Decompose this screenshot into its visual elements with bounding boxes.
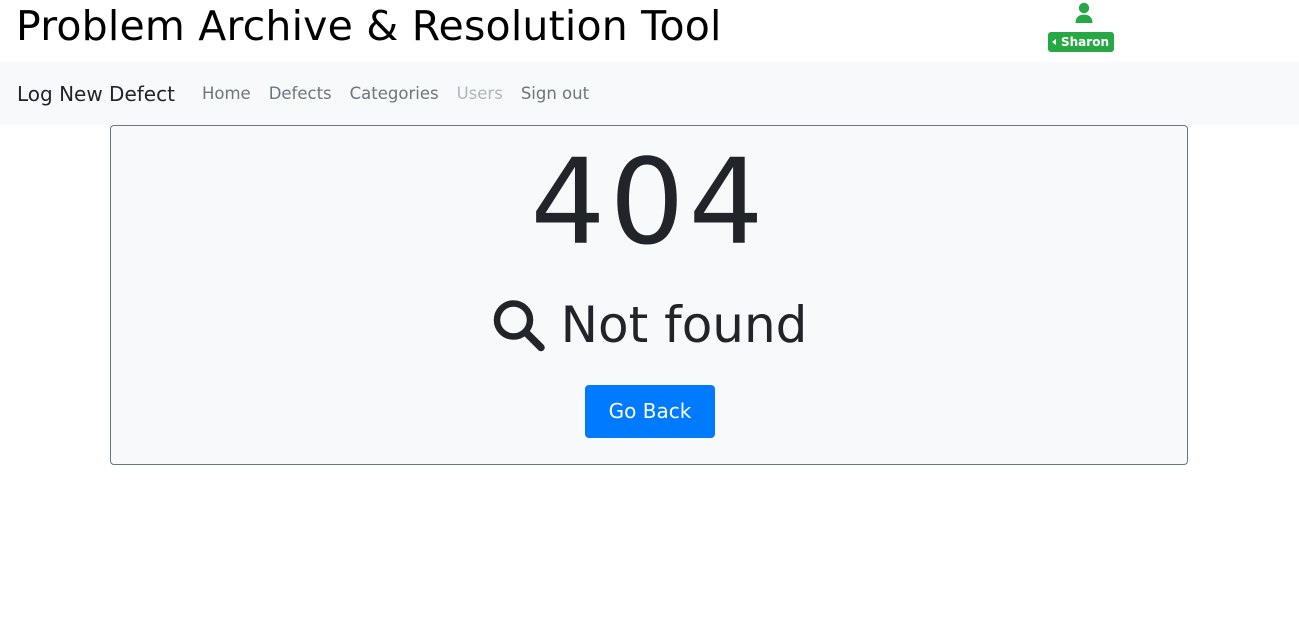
error-message-row: Not found: [111, 292, 1187, 358]
nav-link-home[interactable]: Home: [193, 84, 260, 103]
nav-link-sign-out[interactable]: Sign out: [512, 84, 598, 103]
search-icon: [493, 300, 545, 352]
app-title: Problem Archive & Resolution Tool: [16, 2, 722, 50]
error-code: 404: [530, 133, 768, 271]
navbar-brand[interactable]: Log New Defect: [17, 82, 175, 106]
nav-link-users: Users: [456, 84, 503, 103]
user-icon: [1075, 2, 1093, 23]
user-badge[interactable]: Sharon: [1048, 32, 1114, 52]
nav-link-defects[interactable]: Defects: [260, 84, 341, 103]
user-name: Sharon: [1061, 35, 1109, 49]
error-card: 404 Not found Go Back: [110, 125, 1188, 465]
nav-link-categories[interactable]: Categories: [341, 84, 448, 103]
error-message: Not found: [560, 296, 808, 354]
page: Problem Archive & Resolution Tool Sharon…: [0, 0, 1299, 618]
nav-links: Home Defects Categories Users Sign out: [193, 84, 598, 103]
user-menu[interactable]: Sharon: [1046, 2, 1122, 54]
caret-left-icon: [1052, 39, 1056, 45]
go-back-button[interactable]: Go Back: [585, 385, 715, 438]
navbar: Log New Defect Home Defects Categories U…: [0, 62, 1299, 125]
